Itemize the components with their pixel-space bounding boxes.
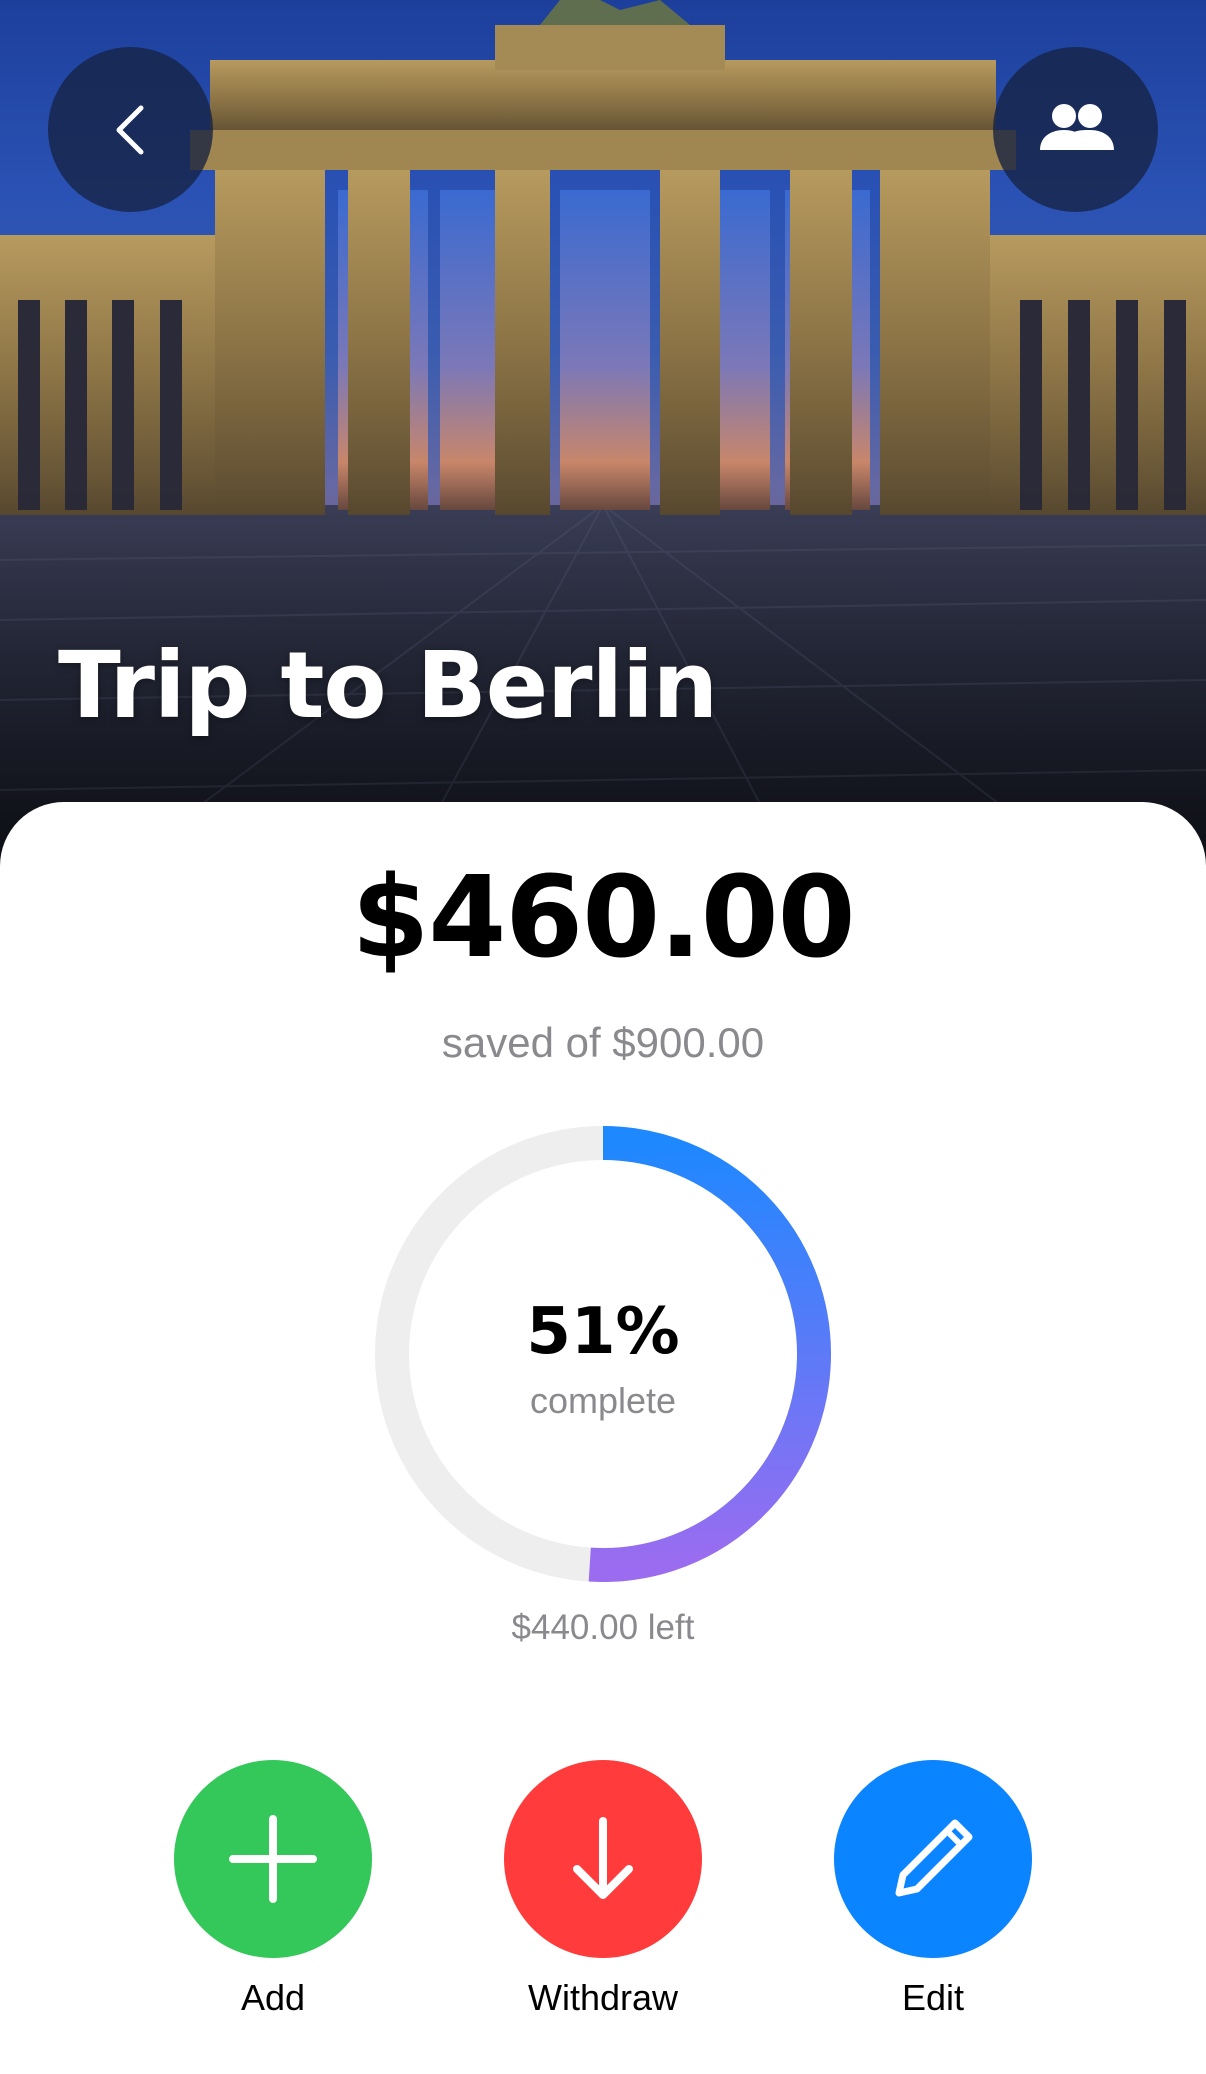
progress-percent: 51% bbox=[526, 1295, 680, 1369]
goal-title: Trip to Berlin bbox=[58, 632, 718, 739]
progress-label: complete bbox=[529, 1380, 677, 1421]
arrow-down-icon bbox=[573, 1817, 633, 1899]
people-icon bbox=[1039, 103, 1114, 150]
add-button[interactable] bbox=[174, 1760, 372, 1958]
withdraw-label: Withdraw bbox=[527, 1977, 679, 2018]
edit-label: Edit bbox=[901, 1977, 965, 2018]
back-button[interactable] bbox=[48, 47, 213, 212]
plus-icon bbox=[229, 1815, 317, 1903]
add-action: Add bbox=[173, 1760, 373, 2016]
edit-action: Edit bbox=[833, 1760, 1033, 2016]
chevron-left-icon bbox=[116, 105, 143, 154]
remaining-amount: $440.00 left bbox=[511, 1608, 695, 1647]
pencil-icon bbox=[895, 1819, 973, 1897]
hero-image: Trip to Berlin bbox=[0, 0, 1206, 880]
edit-button[interactable] bbox=[834, 1760, 1032, 1958]
members-button[interactable] bbox=[993, 47, 1158, 212]
target-amount-text: saved of $900.00 bbox=[441, 1019, 765, 1066]
add-label: Add bbox=[240, 1977, 306, 2018]
saved-amount: $460.00 bbox=[351, 853, 855, 983]
withdraw-button[interactable] bbox=[504, 1760, 702, 1958]
withdraw-action: Withdraw bbox=[503, 1760, 703, 2016]
